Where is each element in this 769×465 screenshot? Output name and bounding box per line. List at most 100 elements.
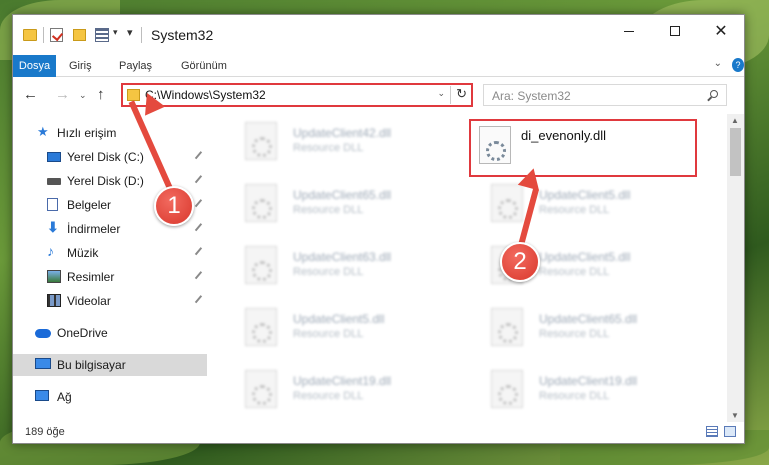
pin-icon[interactable] (194, 223, 206, 234)
list-item[interactable]: UpdateClient42.dll Resource DLL (225, 118, 455, 166)
video-icon (47, 294, 61, 307)
back-button[interactable]: ← (23, 86, 38, 103)
sidebar-item-label: İndirmeler (67, 222, 121, 236)
close-button[interactable]: ✕ (698, 15, 744, 47)
file-name: UpdateClient5.dll (539, 188, 631, 202)
sidebar-item-network[interactable]: Ağ (13, 386, 207, 408)
forward-button[interactable]: → (55, 86, 70, 103)
sidebar-item-label: Hızlı erişim (57, 126, 117, 140)
file-type: Resource DLL (539, 266, 610, 278)
minimize-button[interactable] (606, 15, 652, 47)
sidebar-item-onedrive[interactable]: OneDrive (13, 322, 207, 344)
pin-icon[interactable] (194, 199, 206, 210)
sidebar-item-local-disk-c[interactable]: Yerel Disk (C:) (13, 146, 207, 168)
pin-icon[interactable] (194, 247, 206, 258)
customize-toolbar-icon[interactable]: ▾ (127, 26, 133, 44)
folder-icon[interactable] (23, 29, 37, 41)
chevron-down-icon[interactable]: ▾ (113, 27, 118, 45)
list-item[interactable]: UpdateClient63.dll Resource DLL (225, 242, 455, 290)
explorer-window: ▾ ▾ System32 ✕ Dosya Giriş Paylaş Görünü… (12, 14, 745, 444)
sidebar-item-videos[interactable]: Videolar (13, 290, 207, 312)
scroll-up-icon[interactable]: ▲ (731, 116, 739, 125)
pin-icon[interactable] (194, 151, 206, 162)
status-bar: 189 öğe (13, 421, 744, 443)
desktop-icon (47, 152, 61, 162)
list-item[interactable]: UpdateClient5.dll Resource DLL (225, 304, 455, 352)
file-type: Resource DLL (539, 390, 610, 402)
details-view-icon[interactable] (706, 426, 718, 437)
address-bar[interactable]: C:\Windows\System32 ⌄ ↻ (121, 83, 473, 107)
file-type: Resource DLL (293, 204, 364, 216)
scrollbar-thumb[interactable] (730, 128, 741, 176)
file-type: Resource DLL (293, 328, 364, 340)
minimize-icon (624, 30, 634, 32)
download-icon: ⬇ (47, 219, 59, 235)
sidebar-item-label: Resimler (67, 270, 115, 284)
navigation-pane: ★ Hızlı erişim Yerel Disk (C:) Yerel Dis… (13, 114, 207, 422)
pin-icon[interactable] (194, 271, 206, 282)
address-path[interactable]: C:\Windows\System32 (145, 88, 266, 102)
dll-file-icon (245, 184, 277, 222)
window-title: System32 (151, 27, 214, 43)
search-icon[interactable] (710, 90, 718, 98)
file-type: Resource DLL (293, 390, 364, 402)
drive-icon (47, 178, 61, 185)
file-name: UpdateClient19.dll (539, 374, 638, 388)
cloud-icon (35, 329, 51, 338)
tab-home[interactable]: Giriş (59, 55, 102, 77)
large-icons-view-icon[interactable] (724, 426, 736, 437)
computer-icon (35, 358, 51, 369)
expand-ribbon-icon[interactable]: ⌄ (714, 58, 722, 69)
sidebar-item-label: Müzik (67, 246, 99, 260)
tab-file[interactable]: Dosya (13, 55, 56, 77)
new-folder-icon[interactable] (73, 29, 86, 41)
properties-check-icon[interactable] (50, 28, 63, 42)
list-item[interactable]: UpdateClient5.dll Resource DLL (471, 180, 701, 228)
dll-file-icon (245, 246, 277, 284)
music-icon: ♪ (47, 243, 54, 259)
dll-file-icon (245, 122, 277, 160)
close-icon: ✕ (714, 23, 728, 40)
file-type: Resource DLL (539, 204, 610, 216)
pin-icon[interactable] (194, 295, 206, 306)
up-button[interactable]: ↑ (97, 86, 105, 103)
toolbar-separator (141, 27, 142, 43)
search-input[interactable]: Ara: System32 (483, 84, 727, 106)
search-placeholder: Ara: System32 (492, 89, 571, 103)
file-name: UpdateClient5.dll (539, 250, 631, 264)
list-item[interactable]: UpdateClient19.dll Resource DLL (471, 366, 701, 414)
address-separator (450, 86, 451, 104)
sidebar-item-this-pc[interactable]: Bu bilgisayar (13, 354, 207, 376)
maximize-button[interactable] (652, 15, 698, 47)
sidebar-item-label: OneDrive (57, 326, 108, 340)
pin-icon[interactable] (194, 175, 206, 186)
refresh-icon[interactable]: ↻ (456, 86, 467, 102)
sidebar-item-quick-access[interactable]: ★ Hızlı erişim (13, 122, 207, 144)
address-dropdown-icon[interactable]: ⌄ (437, 88, 445, 99)
network-icon (35, 390, 49, 401)
dll-file-icon (245, 370, 277, 408)
file-name: UpdateClient42.dll (293, 126, 392, 140)
file-type: Resource DLL (293, 266, 364, 278)
list-item[interactable]: UpdateClient65.dll Resource DLL (471, 304, 701, 352)
view-properties-icon[interactable] (95, 28, 109, 42)
vertical-scrollbar[interactable]: ▲ ▼ (727, 114, 744, 422)
tab-view[interactable]: Görünüm (171, 55, 237, 77)
sidebar-item-music[interactable]: ♪ Müzik (13, 242, 207, 264)
scroll-down-icon[interactable]: ▼ (731, 411, 739, 420)
item-count: 189 öğe (25, 426, 65, 438)
sidebar-item-pictures[interactable]: Resimler (13, 266, 207, 288)
help-icon[interactable]: ? (732, 58, 744, 72)
title-bar: ▾ ▾ System32 ✕ (13, 15, 744, 55)
list-item[interactable]: UpdateClient19.dll Resource DLL (225, 366, 455, 414)
sidebar-item-label: Ağ (57, 390, 72, 404)
file-type: Resource DLL (293, 142, 364, 154)
tab-share[interactable]: Paylaş (109, 55, 162, 77)
navigation-bar: ← → ⌄ ↑ C:\Windows\System32 ⌄ ↻ Ara: Sys… (13, 77, 744, 113)
callout-number-2: 2 (500, 242, 540, 282)
ribbon-tabs: Dosya Giriş Paylaş Görünüm ⌄ ? (13, 55, 744, 77)
list-item[interactable]: UpdateClient65.dll Resource DLL (225, 180, 455, 228)
recent-locations-button[interactable]: ⌄ (79, 90, 87, 101)
star-icon: ★ (37, 124, 49, 139)
sidebar-item-label: Yerel Disk (D:) (67, 174, 144, 188)
